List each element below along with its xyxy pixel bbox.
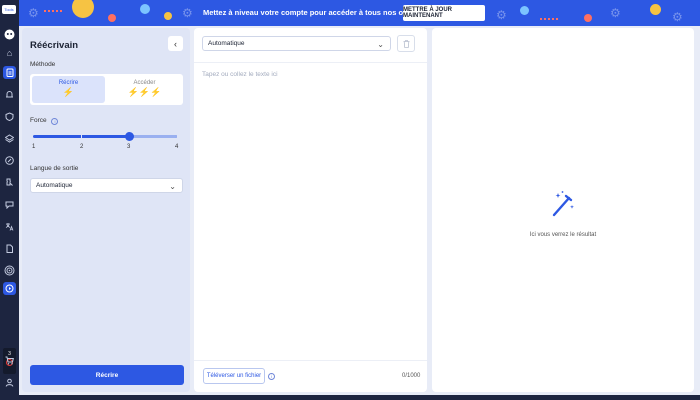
force-label: Force i bbox=[30, 117, 59, 125]
translate-icon[interactable] bbox=[3, 220, 16, 233]
edit-icon[interactable] bbox=[3, 154, 16, 167]
banner-message: Mettez à niveau votre compte pour accéde… bbox=[203, 8, 419, 17]
bolt-icon: ⚡ bbox=[62, 87, 75, 97]
force-slider-remaining[interactable] bbox=[129, 135, 177, 138]
decor-circle bbox=[72, 0, 94, 18]
input-language-select[interactable]: Automatique ⌄ bbox=[202, 36, 391, 51]
taskbar-strip bbox=[0, 395, 700, 400]
puzzle-icon[interactable] bbox=[3, 176, 16, 189]
force-tick-label: 2 bbox=[80, 144, 84, 150]
magic-wand-icon bbox=[552, 191, 574, 217]
force-tick-label: 1 bbox=[32, 144, 36, 150]
decor-squiggle bbox=[540, 18, 558, 21]
rail-top: Tools bbox=[0, 0, 19, 26]
upload-file-button[interactable]: Téléverser un fichier bbox=[203, 368, 265, 384]
shield-icon[interactable] bbox=[3, 110, 16, 123]
input-panel: Automatique ⌄ Tapez ou collez le texte i… bbox=[194, 28, 427, 392]
input-language-value: Automatique bbox=[208, 40, 245, 47]
decor-dot bbox=[520, 6, 529, 15]
force-label-text: Force bbox=[30, 117, 47, 124]
settings-panel: Réécrivain ‹ Méthode Récrire ⚡ Accéder ⚡… bbox=[22, 28, 190, 392]
rail-tag: Tools bbox=[2, 5, 16, 14]
decor-dot bbox=[164, 12, 172, 20]
gear-icon: ⚙ bbox=[496, 8, 507, 22]
slider-tick bbox=[81, 134, 82, 139]
decor-dot bbox=[584, 14, 592, 22]
chevron-down-icon: ⌄ bbox=[169, 182, 176, 191]
target-icon[interactable] bbox=[3, 264, 16, 277]
output-language-value: Automatique bbox=[36, 182, 73, 189]
output-language-label: Langue de sortie bbox=[30, 165, 79, 172]
clipboard-icon[interactable] bbox=[3, 66, 16, 79]
layers-icon[interactable] bbox=[3, 132, 16, 145]
slider-tick bbox=[177, 134, 178, 139]
char-count: 0/1000 bbox=[402, 373, 421, 379]
method-option-advanced[interactable]: Accéder ⚡⚡⚡ bbox=[108, 76, 181, 103]
force-slider-thumb[interactable] bbox=[125, 132, 134, 141]
method-option-label: Accéder bbox=[133, 80, 156, 86]
output-language-select[interactable]: Automatique ⌄ bbox=[30, 178, 183, 193]
gear-icon: ⚙ bbox=[610, 6, 621, 20]
left-rail: ⌂ 3 bbox=[0, 26, 19, 400]
rewrite-icon[interactable] bbox=[3, 282, 16, 295]
gear-icon: ⚙ bbox=[182, 6, 193, 20]
home-icon[interactable]: ⌂ bbox=[3, 46, 16, 59]
decor-dot bbox=[140, 4, 150, 14]
logo-icon[interactable] bbox=[3, 28, 16, 41]
text-input-area[interactable]: Tapez ou collez le texte ici bbox=[202, 71, 278, 78]
info-icon[interactable]: i bbox=[268, 373, 275, 380]
clear-button[interactable] bbox=[397, 35, 415, 52]
gear-icon: ⚙ bbox=[28, 6, 39, 20]
rewrite-button[interactable]: Récrire bbox=[30, 365, 184, 385]
method-label: Méthode bbox=[30, 61, 56, 68]
file-icon[interactable] bbox=[3, 242, 16, 255]
user-icon[interactable] bbox=[3, 376, 16, 389]
output-panel: Ici vous verrez le résultat bbox=[432, 28, 694, 392]
decor-dot bbox=[650, 4, 661, 15]
force-tick-label: 4 bbox=[175, 144, 179, 150]
method-selector: Récrire ⚡ Accéder ⚡⚡⚡ bbox=[30, 74, 183, 105]
trash-icon bbox=[403, 39, 409, 48]
divider bbox=[194, 62, 427, 63]
chat-icon[interactable] bbox=[3, 198, 16, 211]
bolt-icon: ⚡⚡⚡ bbox=[127, 87, 162, 97]
collapse-button[interactable]: ‹ bbox=[168, 36, 183, 51]
gear-icon: ⚙ bbox=[672, 10, 683, 24]
force-tick-label: 3 bbox=[127, 144, 131, 150]
chevron-down-icon: ⌄ bbox=[377, 40, 384, 49]
upgrade-now-button[interactable]: METTRE À JOUR MAINTENANT bbox=[403, 5, 485, 21]
result-placeholder: Ici vous verrez le résultat bbox=[529, 232, 597, 238]
divider bbox=[194, 360, 427, 361]
info-icon[interactable]: i bbox=[51, 118, 59, 125]
cart-icon[interactable] bbox=[3, 354, 16, 367]
decor-squiggle bbox=[44, 10, 62, 13]
upgrade-banner: ⚙ ⚙ ⚙ ⚙ ⚙ Mettez à niveau votre compte p… bbox=[0, 0, 700, 26]
page-title: Réécrivain bbox=[30, 40, 79, 51]
method-option-rewrite[interactable]: Récrire ⚡ bbox=[32, 76, 105, 103]
decor-dot bbox=[108, 14, 116, 22]
bell-icon[interactable] bbox=[3, 88, 16, 101]
method-option-label: Récrire bbox=[58, 80, 79, 86]
chevron-left-icon: ‹ bbox=[174, 38, 177, 49]
